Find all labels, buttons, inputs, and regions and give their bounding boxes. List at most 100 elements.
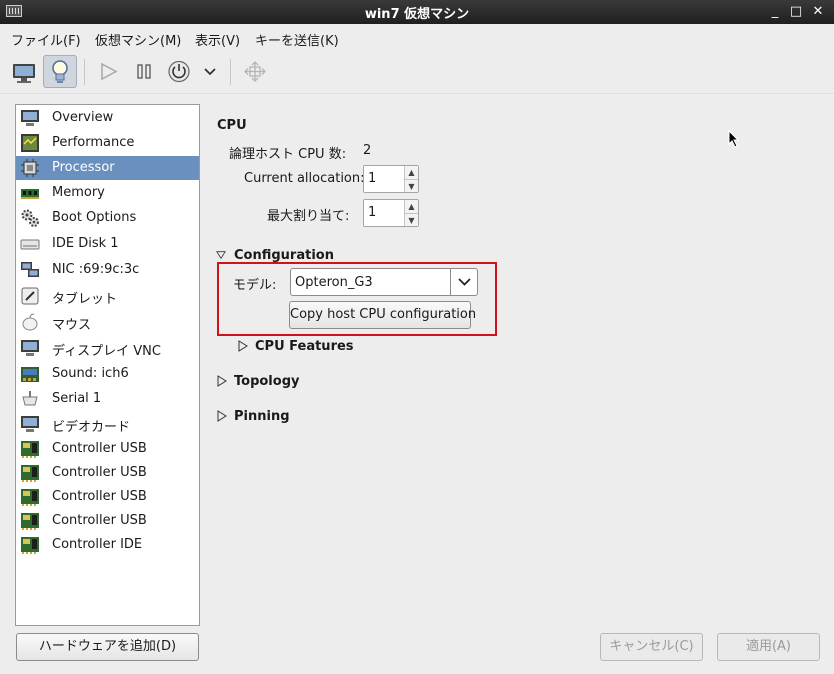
pause-icon[interactable]	[127, 55, 161, 88]
cpu-model-value: Opteron_G3	[295, 275, 373, 290]
current-allocation-label: Current allocation:	[244, 171, 365, 186]
display-icon	[21, 340, 39, 356]
sidebar-item-label: Controller USB	[52, 441, 147, 456]
combobox-dropdown-button[interactable]	[450, 269, 477, 295]
mouse-pointer-icon	[728, 130, 740, 148]
sidebar-item-video-card[interactable]: ビデオカード	[16, 412, 199, 436]
window-title: win7 仮想マシン	[364, 7, 470, 22]
cpu-heading: CPU	[217, 118, 247, 133]
power-icon[interactable]	[162, 55, 196, 88]
sidebar-item-performance[interactable]: Performance	[16, 131, 199, 155]
sidebar-item-label: Memory	[52, 185, 105, 200]
sidebar-item-mouse[interactable]: マウス	[16, 310, 199, 334]
cpu-features-expander[interactable]: CPU Features	[255, 339, 354, 354]
sidebar-item-label: ディスプレイ VNC	[52, 344, 161, 359]
sidebar-item-label: ビデオカード	[52, 420, 131, 435]
sidebar-item-label: タブレット	[52, 292, 118, 307]
collapsed-triangle-icon[interactable]	[217, 375, 227, 387]
toolbar-separator	[230, 59, 231, 85]
fullscreen-icon[interactable]	[238, 55, 272, 88]
cpu-chip-icon	[21, 159, 39, 177]
add-hardware-button[interactable]: ハードウェアを追加(D)	[16, 633, 199, 661]
menu-view[interactable]: 表示(V)	[195, 30, 240, 49]
sidebar-item-label: Controller USB	[52, 513, 147, 528]
disk-icon	[20, 239, 40, 250]
controller-card-icon	[21, 441, 39, 458]
toolbar-separator	[84, 59, 85, 85]
sidebar-item-ide-disk[interactable]: IDE Disk 1	[16, 232, 199, 256]
sidebar-item-display[interactable]: ディスプレイ VNC	[16, 336, 199, 360]
sidebar-item-controller-usb-1[interactable]: Controller USB	[16, 437, 199, 461]
host-cpu-count-value: 2	[363, 143, 372, 158]
host-cpu-count-label: 論理ホスト CPU 数:	[229, 147, 347, 162]
copy-host-cpu-button[interactable]: Copy host CPU configuration	[289, 301, 476, 329]
serial-icon	[22, 391, 38, 406]
video-card-icon	[21, 416, 39, 432]
decrement-arrow-icon[interactable]: ▼	[405, 213, 418, 226]
monitor-icon	[21, 110, 39, 126]
current-allocation-spinner[interactable]: 1 ▲ ▼	[363, 165, 419, 193]
sidebar-item-memory[interactable]: Memory	[16, 181, 199, 205]
configuration-expander[interactable]: Configuration	[234, 248, 334, 263]
controller-card-icon	[21, 513, 39, 530]
network-icon	[21, 262, 39, 277]
sidebar-item-overview[interactable]: Overview	[16, 106, 199, 130]
pinning-expander[interactable]: Pinning	[234, 409, 290, 424]
chevron-down-icon	[458, 278, 471, 286]
sidebar-item-controller-usb-3[interactable]: Controller USB	[16, 485, 199, 509]
sidebar-item-label: Controller USB	[52, 465, 147, 480]
max-allocation-spinner[interactable]: 1 ▲ ▼	[363, 199, 419, 227]
sidebar-item-label: Overview	[52, 110, 114, 125]
close-button[interactable]: ✕	[809, 3, 827, 21]
performance-icon	[21, 134, 39, 152]
sidebar-item-nic[interactable]: NIC :69:9c:3c	[16, 258, 199, 282]
memory-icon	[21, 189, 39, 199]
increment-arrow-icon[interactable]: ▲	[405, 166, 418, 179]
maximize-button[interactable]: □	[787, 3, 805, 21]
sidebar-item-serial[interactable]: Serial 1	[16, 387, 199, 411]
expanded-triangle-icon[interactable]	[216, 249, 226, 261]
controller-card-icon	[21, 465, 39, 482]
sidebar-item-label: Processor	[52, 160, 115, 175]
increment-arrow-icon[interactable]: ▲	[405, 200, 418, 213]
sidebar-item-sound[interactable]: Sound: ich6	[16, 362, 199, 386]
sidebar-item-label: NIC :69:9c:3c	[52, 262, 140, 277]
sidebar-item-controller-usb-4[interactable]: Controller USB	[16, 509, 199, 533]
sidebar-item-label: マウス	[52, 318, 92, 333]
cpu-model-combobox[interactable]: Opteron_G3	[290, 268, 478, 296]
menu-virtual-machine[interactable]: 仮想マシン(M)	[95, 30, 181, 49]
sidebar-item-controller-usb-2[interactable]: Controller USB	[16, 461, 199, 485]
cancel-button[interactable]: キャンセル(C)	[600, 633, 703, 661]
minimize-button[interactable]: _	[766, 3, 784, 21]
sound-icon	[21, 367, 39, 382]
hardware-list: Overview Performance Processor Memory Bo…	[15, 104, 200, 626]
controller-card-icon	[21, 489, 39, 506]
decrement-arrow-icon[interactable]: ▼	[405, 179, 418, 192]
sidebar-item-tablet[interactable]: タブレット	[16, 284, 199, 308]
power-menu-chevron-icon[interactable]	[196, 55, 224, 88]
sidebar-item-boot-options[interactable]: Boot Options	[16, 206, 199, 230]
controller-card-icon	[21, 537, 39, 554]
apply-button[interactable]: 適用(A)	[717, 633, 820, 661]
details-lightbulb-icon[interactable]	[43, 55, 77, 88]
sidebar-item-controller-ide[interactable]: Controller IDE	[16, 533, 199, 557]
topology-expander[interactable]: Topology	[234, 374, 299, 389]
tablet-icon	[21, 287, 39, 305]
menu-send-key[interactable]: キーを送信(K)	[255, 30, 339, 49]
menu-file[interactable]: ファイル(F)	[11, 30, 81, 49]
collapsed-triangle-icon[interactable]	[238, 340, 248, 352]
mouse-icon	[22, 313, 38, 331]
run-icon[interactable]	[91, 55, 125, 88]
toolbar	[0, 50, 834, 94]
sidebar-item-label: Boot Options	[52, 210, 137, 225]
sidebar-item-label: Controller USB	[52, 489, 147, 504]
processor-details-panel: CPU 論理ホスト CPU 数: 2 Current allocation: 1…	[200, 104, 834, 626]
sidebar-item-label: Sound: ich6	[52, 366, 129, 381]
sidebar-item-label: Serial 1	[52, 391, 102, 406]
max-allocation-value: 1	[368, 205, 377, 220]
sidebar-item-processor[interactable]: Processor	[16, 156, 199, 180]
model-label: モデル:	[233, 278, 277, 293]
collapsed-triangle-icon[interactable]	[217, 410, 227, 422]
sidebar-item-label: Performance	[52, 135, 135, 150]
console-monitor-icon[interactable]	[7, 55, 41, 88]
